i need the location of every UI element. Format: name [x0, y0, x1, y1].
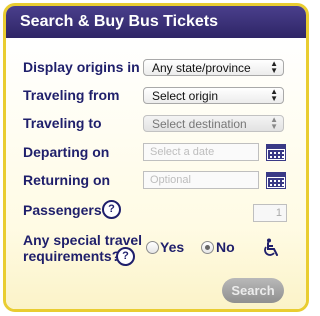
passengers-input[interactable]: 1: [253, 204, 287, 222]
departing-on-label: Departing on: [23, 144, 110, 160]
traveling-from-label: Traveling from: [23, 87, 120, 103]
returning-date-input[interactable]: Optional: [143, 171, 259, 189]
special-no-label[interactable]: No: [216, 239, 235, 255]
traveling-from-select[interactable]: Select origin ▲ ▼: [143, 87, 284, 104]
widget-header: Search & Buy Bus Tickets: [6, 6, 306, 38]
passengers-value: 1: [275, 207, 282, 219]
select-arrows-icon: ▲ ▼: [270, 115, 278, 131]
traveling-to-label: Traveling to: [23, 115, 102, 131]
calendar-icon[interactable]: [266, 172, 286, 189]
select-arrows-icon: ▲ ▼: [270, 59, 278, 75]
returning-date-placeholder: Optional: [150, 174, 191, 186]
display-origins-label: Display origins in: [23, 59, 140, 75]
wheelchair-icon: [264, 238, 278, 256]
special-no-radio[interactable]: [201, 241, 214, 254]
special-yes-label[interactable]: Yes: [160, 239, 184, 255]
special-yes-radio[interactable]: [146, 241, 159, 254]
traveling-to-value: Select destination: [152, 117, 247, 131]
widget-title: Search & Buy Bus Tickets: [20, 13, 219, 30]
display-origins-select[interactable]: Any state/province ▲ ▼: [143, 59, 284, 76]
display-origins-value: Any state/province: [152, 61, 251, 75]
bus-ticket-search-widget: Search & Buy Bus Tickets Display origins…: [3, 3, 309, 312]
special-requirements-label-line2: requirements?: [23, 248, 121, 264]
traveling-from-value: Select origin: [152, 89, 219, 103]
returning-on-label: Returning on: [23, 172, 111, 188]
select-arrows-icon: ▲ ▼: [270, 87, 278, 103]
search-button[interactable]: Search: [222, 278, 284, 303]
departing-date-input[interactable]: Select a date: [143, 143, 259, 161]
traveling-to-select[interactable]: Select destination ▲ ▼: [143, 115, 284, 132]
passengers-label: Passengers: [23, 202, 102, 218]
help-icon[interactable]: ?: [102, 200, 121, 219]
calendar-icon[interactable]: [266, 144, 286, 161]
help-icon[interactable]: ?: [116, 247, 135, 266]
special-requirements-label-line1: Any special travel: [23, 232, 143, 248]
departing-date-placeholder: Select a date: [150, 146, 215, 158]
